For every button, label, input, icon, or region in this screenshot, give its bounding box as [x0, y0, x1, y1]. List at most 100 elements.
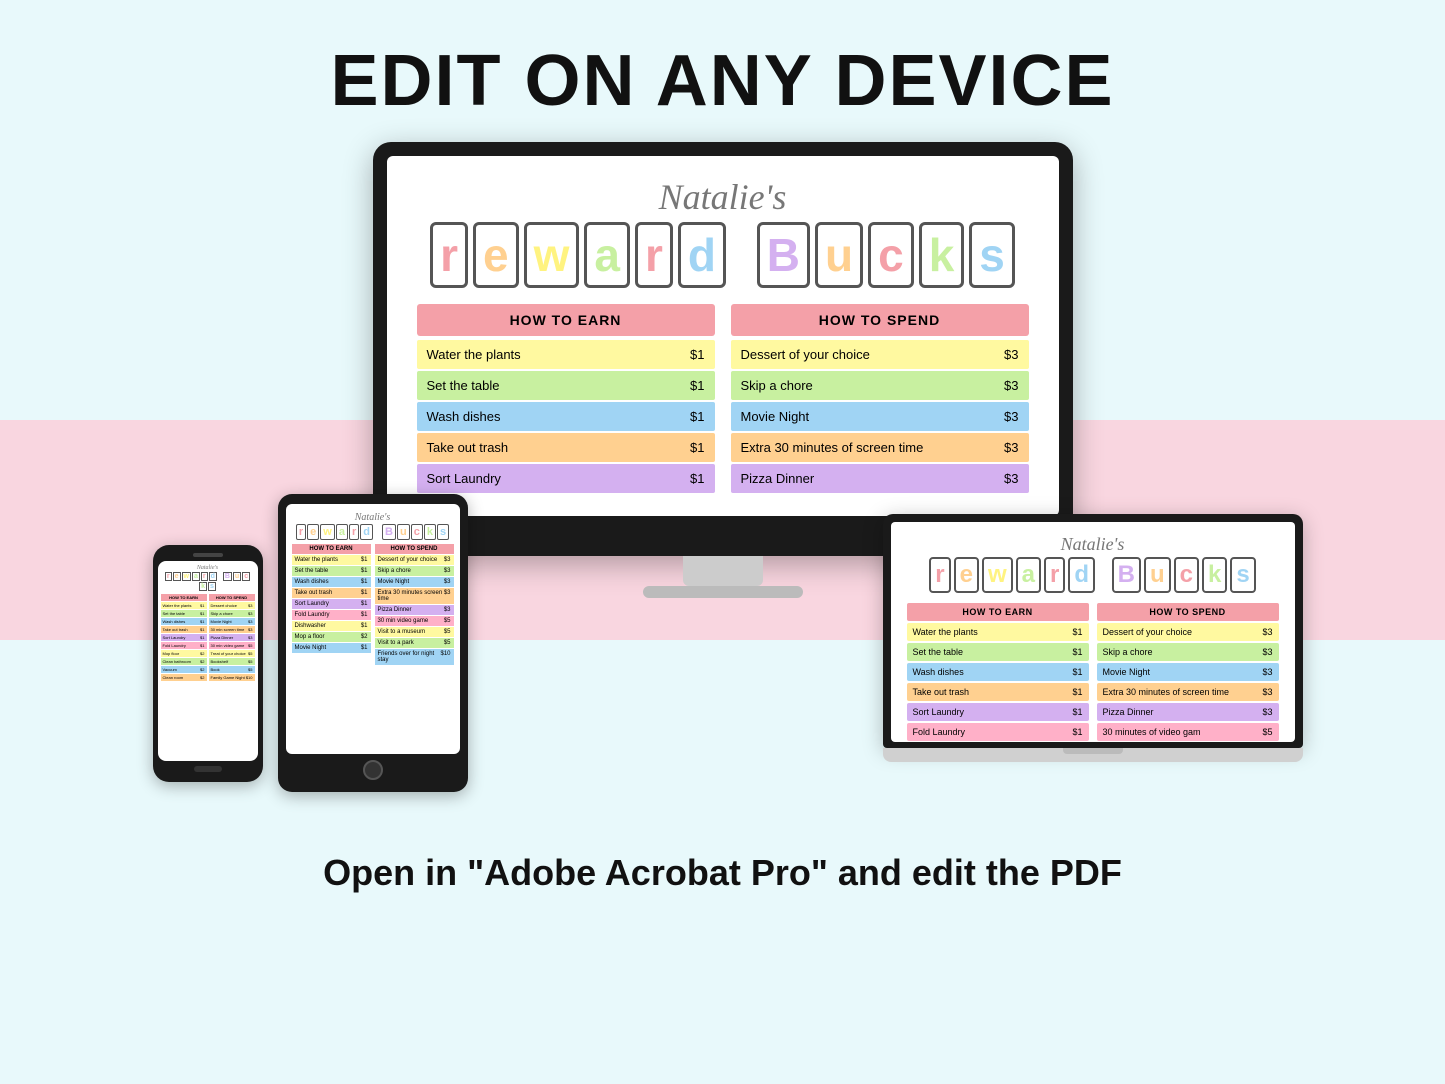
earn-amount-5: $1 — [690, 471, 704, 486]
monitor-content: Natalie's r e w a r d B u c k s — [387, 156, 1059, 516]
tablet-rb-c: c — [411, 524, 423, 540]
tablet-spend-row-8: Visit to a park$5 — [375, 638, 454, 648]
tablet-earn-row-3: Wash dishes$1 — [292, 577, 371, 587]
laptop-earn-4: Take out trash$1 — [907, 683, 1089, 701]
laptop-spend-6: 30 minutes of video gam$5 — [1097, 723, 1279, 741]
tablet-spend-header: HOW TO SPEND — [375, 544, 454, 554]
phone-spend-table: HOW TO SPEND Dessert choice$3 Skip a cho… — [209, 594, 255, 682]
earn-amount-2: $1 — [690, 378, 704, 393]
monitor-earn-row-4: Take out trash $1 — [417, 433, 715, 462]
laptop-rb-r2: r — [1044, 557, 1065, 593]
rb-letter-r: r — [430, 222, 468, 288]
earn-task-4: Take out trash — [427, 440, 509, 455]
monitor-tables: HOW TO EARN Water the plants$1 Set the t… — [417, 304, 1029, 495]
earn-task-1: Water the plants — [427, 347, 521, 362]
earn-amount-1: $1 — [690, 347, 704, 362]
laptop-spend-header: HOW TO SPEND — [1097, 603, 1279, 621]
laptop-tables: HOW TO EARN Water the plants$1 Set the t… — [907, 603, 1279, 742]
monitor-natalies-text: Natalie's — [417, 176, 1029, 218]
devices-container: Natalie's r e w a r d B u c k s — [123, 142, 1323, 822]
laptop-spend-1: Dessert of your choice$3 — [1097, 623, 1279, 641]
laptop-earn-2: Set the table$1 — [907, 643, 1089, 661]
tablet-outer: Natalie's r e w a r d B u c k s — [278, 494, 468, 792]
laptop-earn-table: HOW TO EARN Water the plants$1 Set the t… — [907, 603, 1089, 742]
tablet-natalies: Natalie's — [292, 512, 454, 523]
monitor-screen-inner: Natalie's r e w a r d B u c k s — [387, 156, 1059, 516]
laptop-earn-5: Sort Laundry$1 — [907, 703, 1089, 721]
tablet-rb-k: k — [424, 524, 436, 540]
phone-spend-row-5: Pizza Dinner$3 — [209, 634, 255, 641]
phone-earn-row-4: Take out trash$1 — [161, 626, 207, 633]
tablet-tables: HOW TO EARN Water the plants$1 Set the t… — [292, 544, 454, 666]
laptop-rb-space — [1098, 557, 1109, 593]
phone-rb-s: s — [208, 582, 216, 591]
monitor-spend-row-3: Movie Night$3 — [731, 402, 1029, 431]
phone-earn-row-9: Vacuum$2 — [161, 666, 207, 673]
laptop-rb-b: B — [1112, 557, 1141, 593]
monitor-spend-row-5: Pizza Dinner$3 — [731, 464, 1029, 493]
phone-spend-row-6: 30 min video game$5 — [209, 642, 255, 649]
phone-rb-w: w — [182, 572, 191, 581]
phone-spend-row-1: Dessert choice$3 — [209, 602, 255, 609]
tablet-rb-sp — [374, 524, 381, 540]
spend-amount-1: $3 — [1004, 347, 1018, 362]
phone-earn-row-1: Water the plants$1 — [161, 602, 207, 609]
tablet-earn-row-2: Set the table$1 — [292, 566, 371, 576]
rb-letter-w: w — [524, 222, 580, 288]
tablet-home-button — [363, 760, 383, 780]
monitor-stand — [683, 556, 763, 586]
tablet-spend-row-1: Dessert of your choice$3 — [375, 555, 454, 565]
phone-rb-b: B — [223, 572, 232, 581]
tablet-spend-row-2: Skip a chore$3 — [375, 566, 454, 576]
phone-home-button — [194, 766, 222, 772]
laptop-rb-c: c — [1174, 557, 1199, 593]
phone-earn-header: HOW TO EARN — [161, 594, 207, 601]
monitor-spend-row-1: Dessert of your choice$3 — [731, 340, 1029, 369]
phone-earn-row-10: Clean room$2 — [161, 674, 207, 681]
tablet-rb-w: w — [320, 524, 335, 540]
phone-earn-row-2: Set the table$1 — [161, 610, 207, 617]
monitor-earn-header: HOW TO EARN — [417, 304, 715, 336]
tablet-spend-row-7: Visit to a museum$5 — [375, 627, 454, 637]
monitor-reward-bucks-title: r e w a r d B u c k s — [417, 222, 1029, 288]
tablet-rb-a: a — [336, 524, 348, 540]
laptop-earn-header: HOW TO EARN — [907, 603, 1089, 621]
laptop: Natalie's r e w a r d B u c k s — [883, 514, 1303, 762]
phone-spend-row-7: Treat of your choice$5 — [209, 650, 255, 657]
phone-tables: HOW TO EARN Water the plants$1 Set the t… — [161, 594, 255, 682]
tablet-spend-row-3: Movie Night$3 — [375, 577, 454, 587]
spend-amount-3: $3 — [1004, 409, 1018, 424]
earn-amount-4: $1 — [690, 440, 704, 455]
laptop-screen-inner: Natalie's r e w a r d B u c k s — [891, 522, 1295, 742]
laptop-rb-w: w — [982, 557, 1013, 593]
phone-spend-row-10: Family Game Night$10 — [209, 674, 255, 681]
phone-spend-row-4: 30 min screen time$3 — [209, 626, 255, 633]
rb-letter-u: u — [815, 222, 863, 288]
phone-earn-row-7: Mop floor$2 — [161, 650, 207, 657]
phone-earn-row-3: Wash dishes$1 — [161, 618, 207, 625]
laptop-rb-r: r — [929, 557, 950, 593]
tablet-earn-row-4: Take out trash$1 — [292, 588, 371, 598]
spend-amount-5: $3 — [1004, 471, 1018, 486]
tablet-earn-header: HOW TO EARN — [292, 544, 371, 554]
tablet-rb-d: d — [360, 524, 373, 540]
monitor-earn-row-3: Wash dishes$1 — [417, 402, 715, 431]
laptop-spend-2: Skip a chore$3 — [1097, 643, 1279, 661]
tablet-spend-table: HOW TO SPEND Dessert of your choice$3 Sk… — [375, 544, 454, 666]
phone-rb-sp — [218, 572, 222, 581]
laptop-spend-4: Extra 30 minutes of screen time$3 — [1097, 683, 1279, 701]
tablet-spend-row-9: Friends over for night stay$10 — [375, 649, 454, 665]
main-title: EDIT ON ANY DEVICE — [330, 40, 1114, 122]
monitor-spend-row-2: Skip a chore$3 — [731, 371, 1029, 400]
laptop-rb-s: s — [1230, 557, 1255, 593]
monitor-spend-table: HOW TO SPEND Dessert of your choice$3 Sk… — [731, 304, 1029, 495]
laptop-spend-5: Pizza Dinner$3 — [1097, 703, 1279, 721]
tablet-rb-r: r — [296, 524, 306, 540]
phone-rb-d: d — [209, 572, 217, 581]
phone-spend-row-8: Bookshelf$5 — [209, 658, 255, 665]
tablet-rb-s: s — [437, 524, 449, 540]
earn-task-5: Sort Laundry — [427, 471, 501, 486]
monitor-spend-row-4: Extra 30 minutes of screen time$3 — [731, 433, 1029, 462]
tablet-earn-row-7: Dishwasher$1 — [292, 621, 371, 631]
laptop-spend-table: HOW TO SPEND Dessert of your choice$3 Sk… — [1097, 603, 1279, 742]
